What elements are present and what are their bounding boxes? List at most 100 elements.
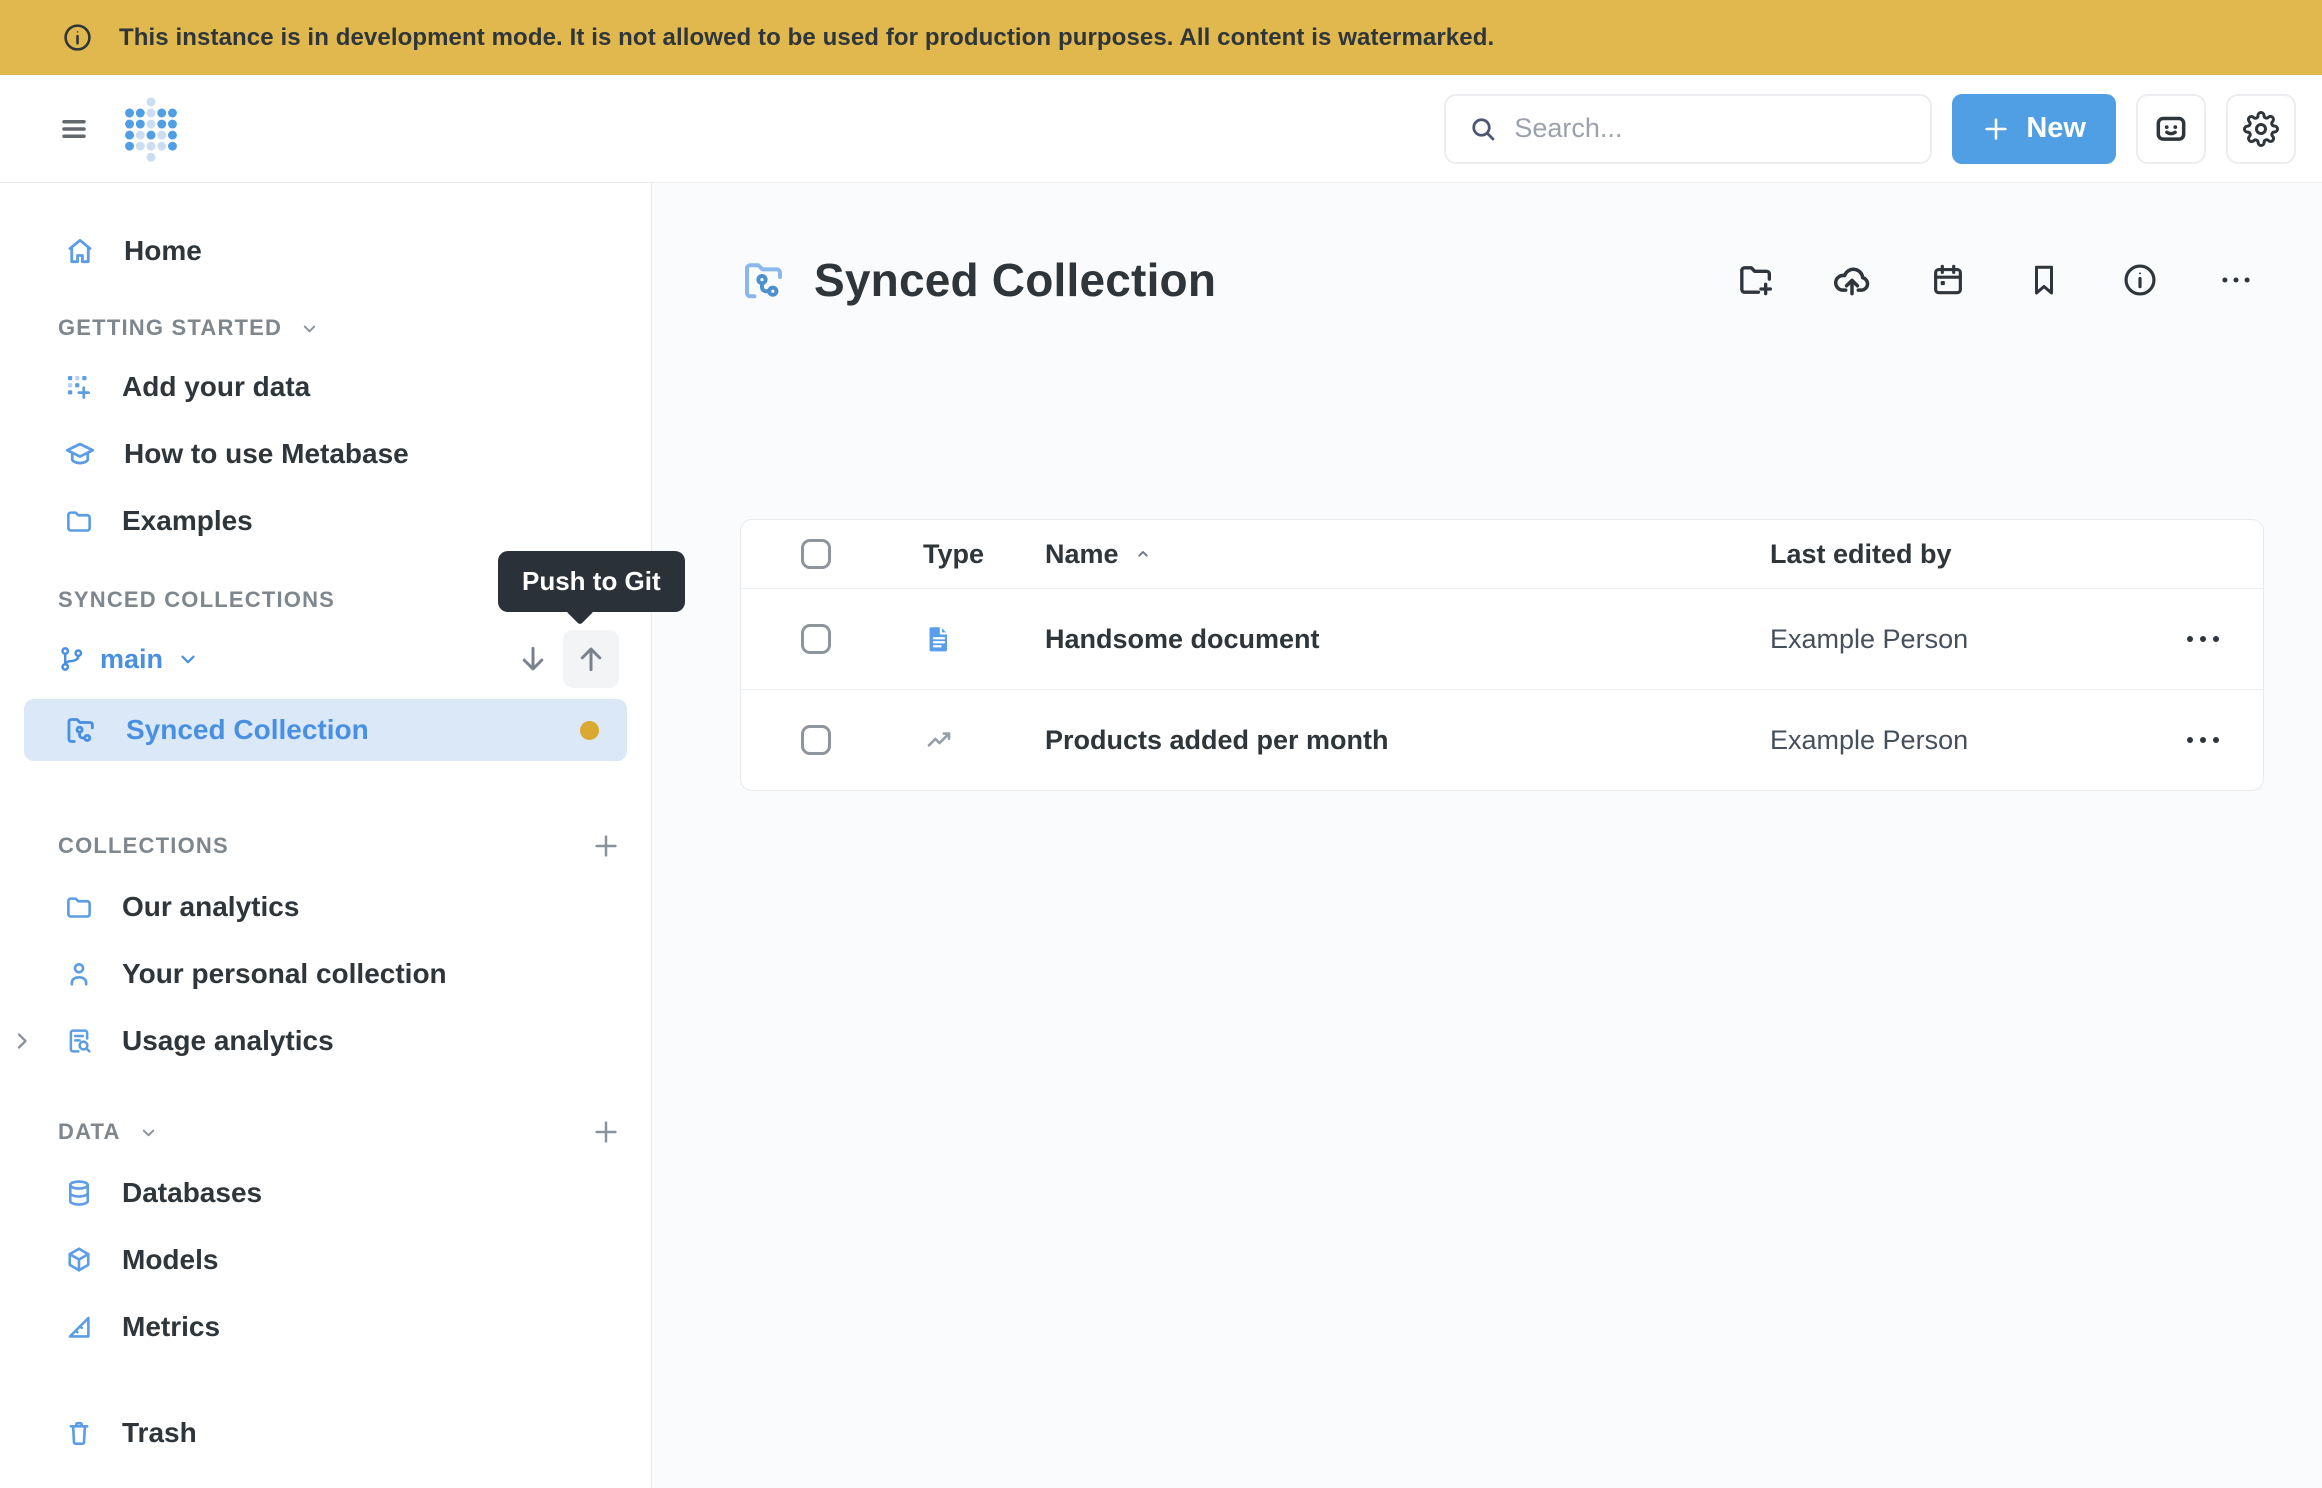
new-folder-icon[interactable] bbox=[1734, 258, 1778, 302]
trash-icon bbox=[64, 1418, 94, 1448]
ellipsis-icon[interactable] bbox=[2214, 258, 2258, 302]
gear-icon bbox=[2243, 111, 2279, 147]
settings-button[interactable] bbox=[2226, 94, 2296, 164]
row-checkbox[interactable] bbox=[801, 725, 831, 755]
sidebar-item-models[interactable]: Models bbox=[24, 1234, 627, 1286]
sidebar-item-home[interactable]: Home bbox=[24, 223, 627, 279]
sidebar-item-label: Metrics bbox=[122, 1311, 220, 1343]
chevron-down-icon[interactable] bbox=[139, 1123, 158, 1142]
section-data: DATA bbox=[24, 1117, 627, 1147]
sidebar-item-databases[interactable]: Databases bbox=[24, 1167, 627, 1219]
sidebar-item-label: Usage analytics bbox=[122, 1025, 334, 1057]
synced-collection-icon bbox=[740, 256, 788, 304]
sort-asc-icon bbox=[1133, 544, 1153, 564]
person-icon bbox=[64, 959, 94, 989]
sidebar-item-usage-analytics[interactable]: Usage analytics bbox=[24, 1015, 627, 1067]
sidebar-item-trash[interactable]: Trash bbox=[24, 1407, 627, 1459]
arrow-down-icon bbox=[516, 642, 550, 676]
info-icon bbox=[62, 22, 93, 53]
home-icon bbox=[64, 235, 96, 267]
search-bar[interactable] bbox=[1444, 94, 1932, 164]
unsynced-changes-dot bbox=[580, 721, 599, 740]
app-header: New bbox=[0, 75, 2322, 183]
folder-icon bbox=[64, 506, 94, 536]
table-header-row: Type Name Last edited by bbox=[741, 520, 2263, 588]
model-cube-icon bbox=[64, 1245, 94, 1275]
item-name[interactable]: Products added per month bbox=[1045, 725, 1770, 756]
section-collections: COLLECTIONS bbox=[24, 831, 627, 861]
metabot-icon bbox=[2152, 110, 2190, 148]
section-getting-started[interactable]: GETTING STARTED bbox=[24, 315, 627, 341]
sidebar-item-our-analytics[interactable]: Our analytics bbox=[24, 881, 627, 933]
new-button[interactable]: New bbox=[1952, 94, 2116, 164]
arrow-up-icon bbox=[574, 642, 608, 676]
sidebar: Home GETTING STARTED Add your data How t… bbox=[0, 183, 652, 1488]
hamburger-icon bbox=[57, 114, 91, 144]
document-icon bbox=[835, 623, 1045, 655]
search-icon bbox=[1468, 114, 1498, 144]
column-header-last-edited-by[interactable]: Last edited by bbox=[1770, 539, 2143, 570]
sidebar-item-label: Databases bbox=[122, 1177, 262, 1209]
column-header-name[interactable]: Name bbox=[1045, 539, 1770, 570]
section-title: SYNCED COLLECTIONS bbox=[58, 587, 335, 613]
sidebar-toggle-button[interactable] bbox=[52, 107, 96, 151]
item-name[interactable]: Handsome document bbox=[1045, 624, 1770, 655]
sidebar-item-add-your-data[interactable]: Add your data bbox=[24, 361, 627, 413]
push-to-git-tooltip: Push to Git bbox=[498, 551, 685, 612]
git-branch-row: main bbox=[24, 633, 627, 685]
page-title: Synced Collection bbox=[814, 253, 1216, 307]
search-input[interactable] bbox=[1514, 113, 1908, 144]
sidebar-item-personal-collection[interactable]: Your personal collection bbox=[24, 948, 627, 1000]
header-actions: New bbox=[1444, 94, 2296, 164]
column-header-type[interactable]: Type bbox=[835, 539, 1045, 570]
folder-icon bbox=[64, 892, 94, 922]
dev-mode-banner: This instance is in development mode. It… bbox=[0, 0, 2322, 75]
cloud-upload-icon[interactable] bbox=[1830, 258, 1874, 302]
line-chart-icon bbox=[835, 724, 1045, 756]
table-row[interactable]: Products added per month Example Person bbox=[741, 689, 2263, 790]
row-menu-button[interactable] bbox=[2143, 737, 2263, 743]
chevron-right-icon[interactable] bbox=[10, 1029, 34, 1053]
row-checkbox[interactable] bbox=[801, 624, 831, 654]
sidebar-item-how-to-use-metabase[interactable]: How to use Metabase bbox=[24, 428, 627, 480]
sidebar-item-examples[interactable]: Examples bbox=[24, 495, 627, 547]
calendar-icon[interactable] bbox=[1926, 258, 1970, 302]
sidebar-item-label: How to use Metabase bbox=[124, 438, 409, 470]
collection-actions bbox=[1734, 258, 2264, 302]
add-collection-button[interactable] bbox=[591, 831, 621, 861]
info-icon[interactable] bbox=[2118, 258, 2162, 302]
bookmark-icon[interactable] bbox=[2022, 258, 2066, 302]
row-menu-button[interactable] bbox=[2143, 636, 2263, 642]
sidebar-item-label: Models bbox=[122, 1244, 218, 1276]
item-last-edited-by: Example Person bbox=[1770, 624, 2143, 655]
sidebar-item-label: Synced Collection bbox=[126, 714, 369, 746]
synced-folder-icon bbox=[64, 713, 98, 747]
select-all-checkbox[interactable] bbox=[801, 539, 831, 569]
sidebar-item-label: Examples bbox=[122, 505, 253, 537]
chevron-down-icon bbox=[177, 648, 199, 670]
banner-text: This instance is in development mode. It… bbox=[119, 24, 1494, 52]
plus-icon bbox=[1982, 115, 2010, 143]
chevron-down-icon bbox=[300, 319, 319, 338]
section-title: DATA bbox=[58, 1119, 121, 1145]
metabase-logo[interactable] bbox=[122, 96, 180, 162]
new-button-label: New bbox=[2026, 112, 2086, 145]
pull-from-git-button[interactable] bbox=[505, 630, 561, 688]
sidebar-item-synced-collection[interactable]: Synced Collection bbox=[24, 699, 627, 761]
database-icon bbox=[64, 1178, 94, 1208]
section-title: GETTING STARTED bbox=[58, 315, 282, 341]
metabot-button[interactable] bbox=[2136, 94, 2206, 164]
sidebar-item-label: Add your data bbox=[122, 371, 310, 403]
add-data-button[interactable] bbox=[591, 1117, 621, 1147]
sidebar-item-label: Our analytics bbox=[122, 891, 299, 923]
push-to-git-button[interactable] bbox=[563, 630, 619, 688]
sidebar-item-label: Your personal collection bbox=[122, 958, 447, 990]
sidebar-item-label: Trash bbox=[122, 1417, 197, 1449]
sidebar-item-label: Home bbox=[124, 235, 202, 267]
branch-selector[interactable]: main bbox=[58, 644, 199, 675]
table-row[interactable]: Handsome document Example Person bbox=[741, 588, 2263, 689]
collection-items-table: Type Name Last edited by Handsome docume… bbox=[740, 519, 2264, 791]
branch-name: main bbox=[100, 644, 163, 675]
sidebar-item-metrics[interactable]: Metrics bbox=[24, 1301, 627, 1353]
add-data-icon bbox=[64, 372, 94, 402]
